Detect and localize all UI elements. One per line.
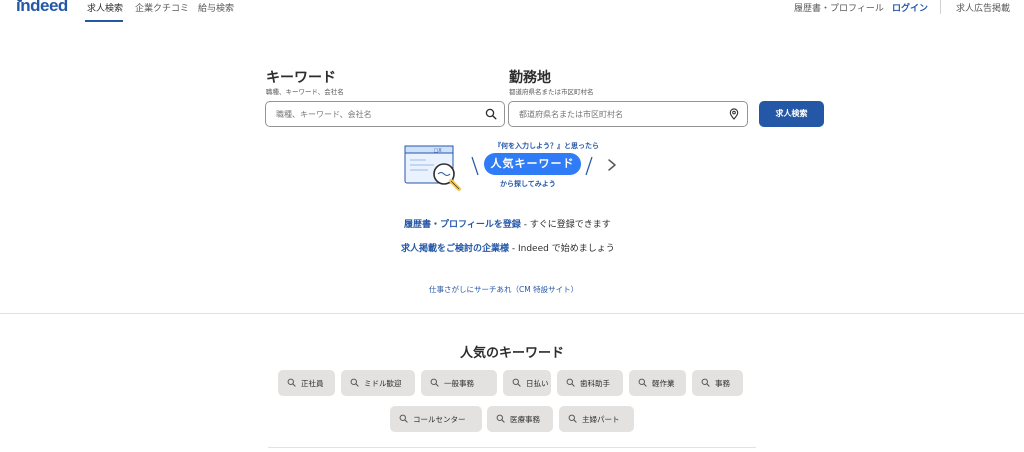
keyword-chip[interactable]: 一般事務 <box>421 370 497 396</box>
location-placeholder: 都道府県名または市区町村名 <box>519 110 623 119</box>
search-icon <box>485 108 497 120</box>
keyword-input[interactable]: 職種、キーワード、会社名 <box>265 101 505 127</box>
search-icon <box>287 378 296 387</box>
bottom-divider <box>268 447 756 448</box>
banner-popular-pill: 人気キーワード <box>484 153 581 175</box>
keyword-chip[interactable]: 医療事務 <box>487 406 553 432</box>
search-icon <box>430 378 439 387</box>
employer-note: - Indeed で始めましょう <box>509 244 615 254</box>
search-icon <box>568 414 577 423</box>
indeed-logo[interactable]: indeed <box>16 0 68 16</box>
keyword-chip[interactable]: 正社員 <box>278 370 335 396</box>
keyword-chip-label: 日払い <box>526 379 549 388</box>
keyword-chip[interactable]: 日払い <box>503 370 551 396</box>
location-input[interactable]: 都道府県名または市区町村名 <box>508 101 748 127</box>
keyword-chip[interactable]: 事務 <box>692 370 743 396</box>
location-pin-icon <box>729 108 739 120</box>
banner-subtitle: から探してみよう <box>500 180 556 188</box>
banner-slash-right <box>585 156 593 176</box>
keyword-placeholder: 職種、キーワード、会社名 <box>276 110 372 119</box>
employer-row: 求人掲載をご検討の企業様 - Indeed で始めましょう <box>401 241 615 254</box>
employer-post-link[interactable]: 求人広告掲載 <box>956 1 1010 14</box>
keyword-title: キーワード <box>266 70 336 86</box>
login-link[interactable]: ログイン <box>892 1 928 14</box>
search-icon <box>496 414 505 423</box>
keyword-chip-label: コールセンター <box>413 415 466 424</box>
top-header: indeed 求人検索 企業クチコミ 給与検索 履歴書・プロフィール ログイン … <box>0 0 1024 22</box>
keyword-chip-label: 正社員 <box>301 379 324 388</box>
search-icon <box>566 378 575 387</box>
popular-keywords-title: 人気のキーワード <box>459 346 564 361</box>
search-button[interactable]: 求人検索 <box>759 101 824 127</box>
chevron-right-icon[interactable] <box>606 158 618 172</box>
nav-company-reviews[interactable]: 企業クチコミ <box>135 1 189 14</box>
keyword-subtitle: 職種、キーワード、会社名 <box>266 88 344 96</box>
keyword-chip-label: 事務 <box>715 379 730 388</box>
location-title: 勤務地 <box>509 70 551 86</box>
employer-link[interactable]: 求人掲載をご検討の企業様 <box>401 244 509 254</box>
resume-register-row: 履歴書・プロフィールを登録 - すぐに登録できます <box>404 217 611 230</box>
search-icon <box>350 378 359 387</box>
nav-job-search[interactable]: 求人検索 <box>87 1 123 14</box>
keyword-chip-label: 一般事務 <box>444 379 474 388</box>
keyword-chip[interactable]: コールセンター <box>390 406 482 432</box>
search-icon <box>512 378 521 387</box>
resume-profile-link[interactable]: 履歴書・プロフィール <box>794 1 884 14</box>
nav-salary-search[interactable]: 給与検索 <box>198 1 234 14</box>
keyword-chip[interactable]: 軽作業 <box>629 370 686 396</box>
nav-active-indicator <box>85 20 123 22</box>
keyword-chip-label: 軽作業 <box>652 379 675 388</box>
keyword-chip[interactable]: ミドル歓迎 <box>341 370 415 396</box>
keyword-chip-label: 主婦パート <box>582 415 620 424</box>
banner-question: 『何を入力しよう？』と思ったら <box>494 142 599 150</box>
keyword-chip[interactable]: 歯科助手 <box>557 370 623 396</box>
resume-register-note: - すぐに登録できます <box>520 220 611 230</box>
location-subtitle: 都道府県名または市区町村名 <box>509 88 594 96</box>
keyword-chip-label: 歯科助手 <box>580 379 610 388</box>
window-controls-text: _□X <box>430 148 442 154</box>
banner-slash-left <box>471 156 479 176</box>
keyword-chip-label: 医療事務 <box>510 415 540 424</box>
section-divider <box>0 313 1024 314</box>
cm-special-site-link[interactable]: 仕事さがしにサーチあれ（CM 特設サイト） <box>429 284 578 295</box>
keyword-chip[interactable]: 主婦パート <box>559 406 634 432</box>
browser-magnifier-illustration: _□X <box>404 145 461 191</box>
search-icon <box>701 378 710 387</box>
resume-register-link[interactable]: 履歴書・プロフィールを登録 <box>404 220 521 230</box>
search-icon <box>638 378 647 387</box>
keyword-chip-label: ミドル歓迎 <box>364 379 402 388</box>
search-icon <box>399 414 408 423</box>
popular-keyword-banner[interactable]: _□X 『何を入力しよう？』と思ったら 人気キーワード から探してみよう <box>404 141 620 193</box>
header-divider <box>940 0 941 14</box>
